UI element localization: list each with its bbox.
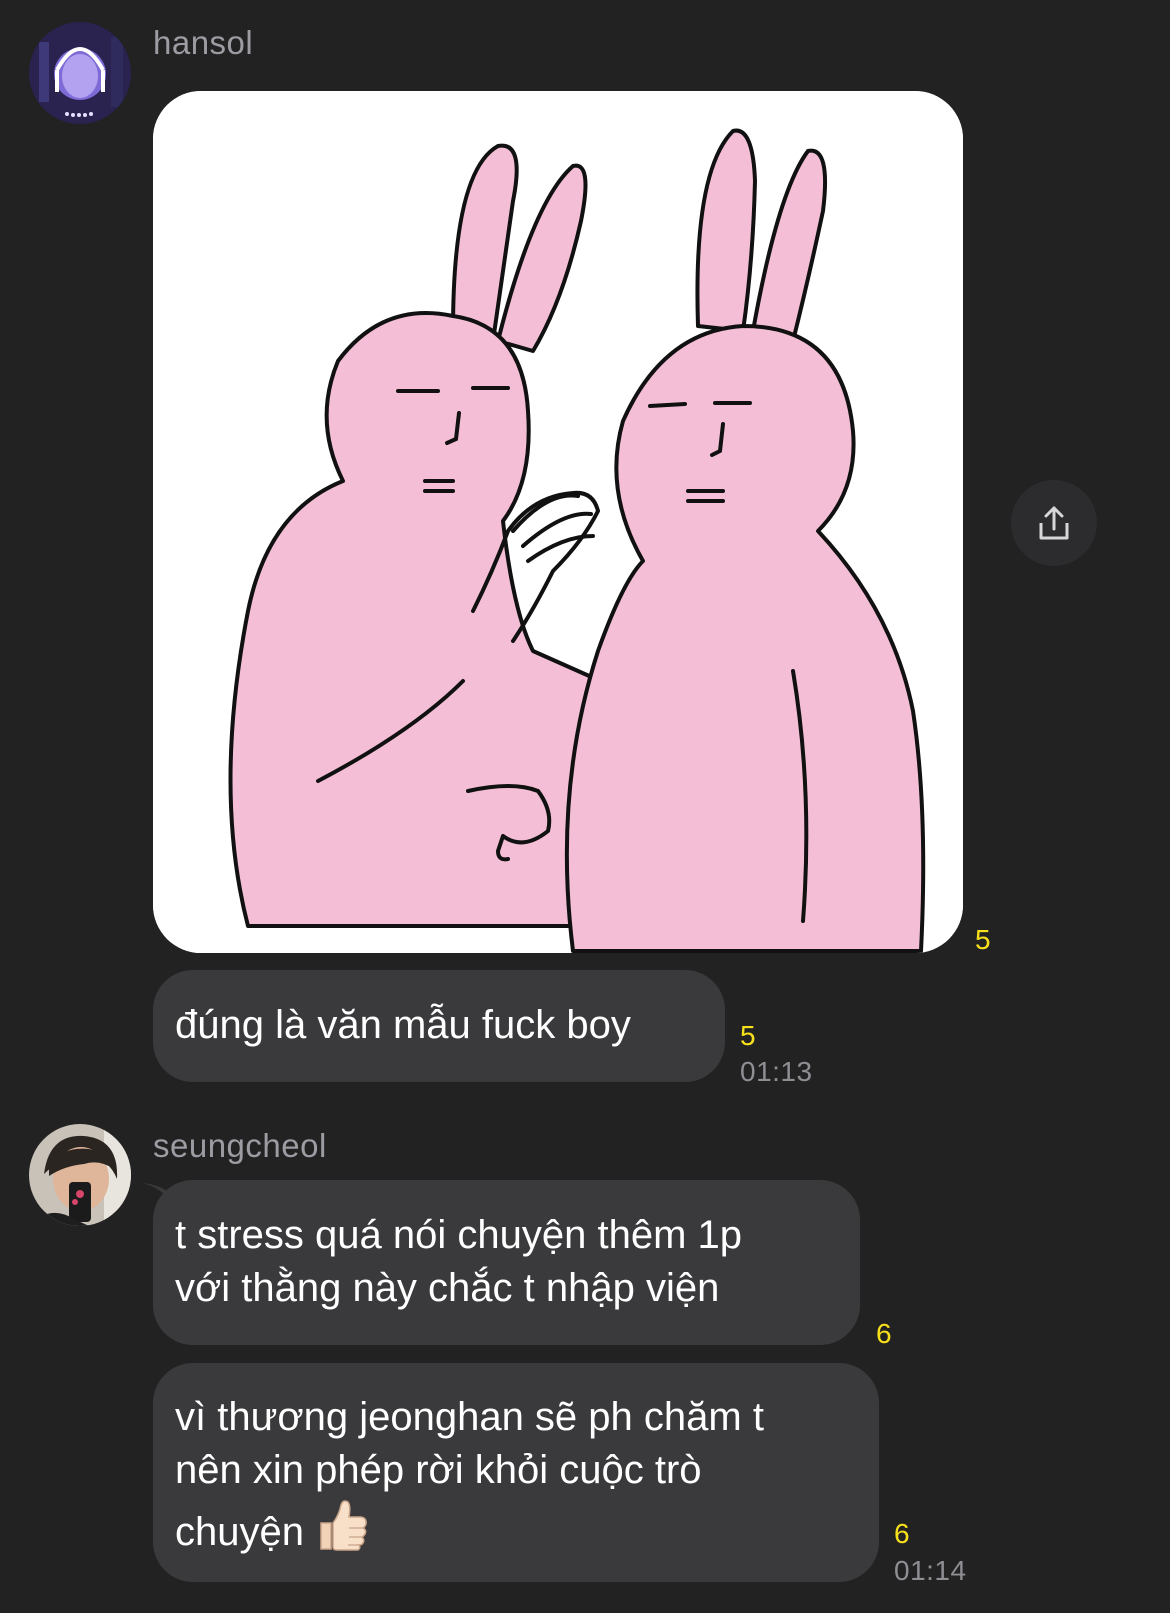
sender-name: hansol <box>153 24 254 61</box>
message-text: với thằng này chắc t nhập viện <box>175 1266 720 1310</box>
message-text: nên xin phép rời khỏi cuộc trò <box>175 1448 702 1492</box>
message-time: 01:13 <box>740 1056 813 1087</box>
message-bubble[interactable]: đúng là văn mẫu fuck boy <box>153 970 725 1082</box>
share-icon <box>1039 506 1069 540</box>
unread-count: 6 <box>876 1318 892 1349</box>
unread-count: 5 <box>975 924 991 955</box>
message-text: vì thương jeonghan sẽ ph chăm t <box>175 1395 764 1439</box>
message-text-last-line: chuyện <box>175 1497 857 1559</box>
sticker-image[interactable] <box>153 91 963 953</box>
message-text: t stress quá nói chuyện thêm 1p <box>175 1213 742 1257</box>
sender-name: seungcheol <box>153 1127 327 1164</box>
pink-rabbits-whispering-sticker <box>153 91 963 953</box>
avatar-seungcheol[interactable] <box>29 1124 131 1226</box>
message-text: đúng là văn mẫu fuck boy <box>175 1003 631 1047</box>
thumbs-up-icon <box>320 1500 367 1551</box>
message-text: chuyện <box>175 1510 304 1554</box>
unread-count: 6 <box>894 1518 910 1549</box>
message-bubble[interactable]: t stress quá nói chuyện thêm 1p với thằn… <box>153 1180 860 1345</box>
share-button[interactable] <box>1011 480 1097 566</box>
unread-count: 5 <box>740 1020 756 1051</box>
message-bubble[interactable]: vì thương jeonghan sẽ ph chăm t nên xin … <box>153 1363 879 1582</box>
message-time: 01:14 <box>894 1555 967 1586</box>
avatar-hansol[interactable] <box>29 22 131 124</box>
